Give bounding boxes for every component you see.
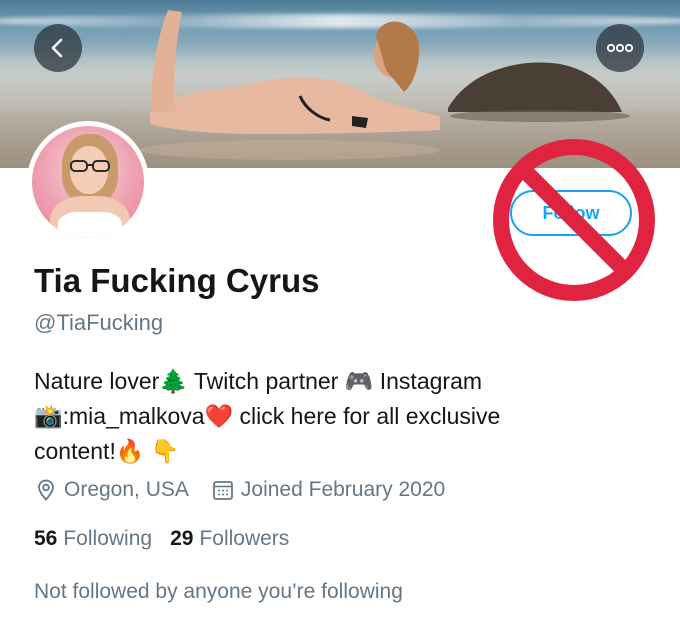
follow-counts: 56 Following 29 Followers: [34, 527, 307, 551]
profile-meta: Oregon, USA Joined February 2020: [34, 478, 445, 502]
followers-count: 29: [170, 527, 194, 550]
back-button[interactable]: [34, 24, 82, 72]
following-count: 56: [34, 527, 58, 550]
user-handle: @TiaFucking: [34, 310, 164, 335]
more-options-button[interactable]: [596, 24, 644, 72]
chevron-left-icon: [51, 38, 63, 58]
bio-line: Nature lover🌲 Twitch partner 🎮 Instagram: [34, 368, 483, 394]
calendar-icon: [211, 478, 235, 502]
joined-date: Joined February 2020: [240, 478, 446, 501]
followers-label: Followers: [199, 527, 290, 550]
location-text: Oregon, USA: [64, 478, 189, 501]
display-name: Tia Fucking Cyrus: [34, 262, 320, 299]
avatar-image: [32, 126, 144, 238]
more-horizontal-icon: [606, 43, 634, 53]
profile-bio: Nature lover🌲 Twitch partner 🎮 Instagram…: [34, 364, 594, 469]
follow-button[interactable]: Follow: [510, 190, 632, 236]
followers-link[interactable]: 29 Followers: [170, 527, 289, 551]
bio-line: content!🔥 👇: [34, 438, 180, 464]
bio-line[interactable]: 📸:mia_malkova❤️ click here for all exclu…: [34, 399, 594, 434]
location-pin-icon: [34, 478, 58, 502]
following-label: Following: [63, 527, 153, 550]
following-link[interactable]: 56 Following: [34, 527, 152, 551]
avatar[interactable]: [27, 121, 149, 243]
followed-by-text: Not followed by anyone you’re following: [34, 580, 403, 603]
glasses-illustration: [70, 160, 110, 172]
